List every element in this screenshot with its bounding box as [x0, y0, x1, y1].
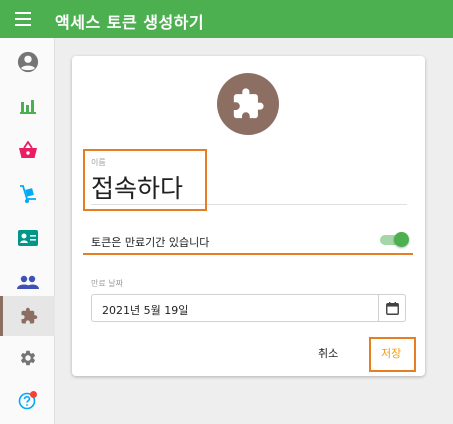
menu-icon[interactable]: [15, 12, 31, 26]
highlight-toggle: [83, 253, 413, 255]
sidebar-item-orders[interactable]: [0, 130, 55, 170]
toggle-knob: [394, 232, 409, 247]
account-circle-icon: [17, 51, 38, 73]
highlight-name: [83, 149, 207, 211]
bar-chart-icon: [19, 100, 36, 114]
notification-badge: [29, 391, 37, 398]
sidebar-item-integrations[interactable]: [0, 296, 55, 336]
sidebar-item-help[interactable]: [0, 380, 55, 420]
highlight-save: [369, 337, 416, 372]
contact-card-icon: [17, 230, 38, 246]
avatar: [217, 73, 279, 135]
puzzle-icon: [233, 88, 264, 119]
expire-toggle[interactable]: [378, 232, 409, 247]
date-field[interactable]: 2021년 5월 19일: [91, 294, 406, 322]
gear-icon: [20, 350, 35, 366]
calendar-button[interactable]: [379, 295, 406, 321]
sidebar-item-customers[interactable]: [0, 218, 55, 258]
app-bar: 액세스 토큰 생성하기: [0, 0, 453, 38]
sidebar-item-account[interactable]: [0, 42, 55, 82]
sidebar-item-settings[interactable]: [0, 338, 55, 378]
cancel-button[interactable]: 취소: [318, 345, 338, 361]
sidebar: [0, 38, 55, 424]
token-form-card: 이름 접속하다 토큰은 만료기간 있습니다 만료 날짜 2021년 5월 19일…: [72, 56, 425, 376]
dolly-icon: [19, 185, 36, 203]
date-value: 2021년 5월 19일: [102, 304, 189, 317]
people-icon: [16, 275, 39, 289]
shopping-basket-icon: [18, 141, 37, 158]
expire-toggle-label: 토큰은 만료기간 있습니다: [91, 236, 210, 249]
page-title: 액세스 토큰 생성하기: [55, 13, 205, 32]
help-icon: [18, 391, 37, 410]
puzzle-icon: [21, 307, 38, 324]
date-label: 만료 날짜: [91, 279, 123, 288]
sidebar-item-dashboard[interactable]: [0, 86, 55, 126]
calendar-icon: [386, 301, 399, 315]
sidebar-item-logistics[interactable]: [0, 174, 55, 214]
